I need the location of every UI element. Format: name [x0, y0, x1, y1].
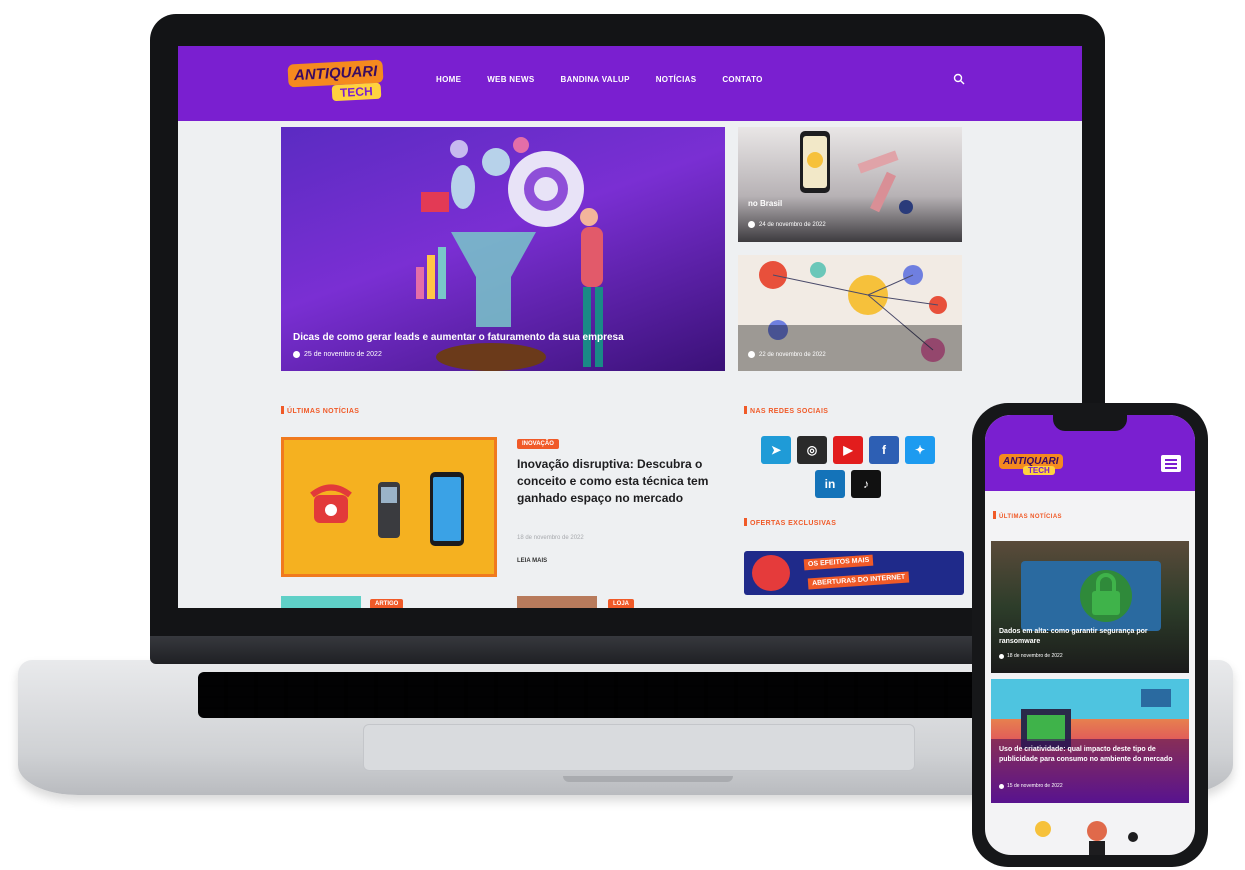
post-title[interactable]: Inovação disruptiva: Descubra o conceito… [517, 456, 735, 507]
phone-card-2-title[interactable]: Uso de criatividade: qual impacto deste … [999, 745, 1179, 765]
hero-side-2-date-text: 22 de novembro de 2022 [759, 351, 826, 358]
hero-main-date: 25 de novembro de 2022 [293, 351, 382, 358]
next-post-badge-1[interactable]: ARTIGO [370, 599, 404, 608]
phone-card-2[interactable]: Uso de criatividade: qual impacto deste … [991, 679, 1189, 803]
hero-side-2-date: 22 de novembro de 2022 [748, 351, 826, 358]
phone-card-1-date: 18 de novembro de 2022 [999, 653, 1063, 659]
phone-device: ANTIQUARI TECH ÚLTIMAS NOTÍCIAS Dados em… [972, 403, 1208, 867]
clock-icon [748, 221, 755, 228]
post-category-badge[interactable]: INOVAÇÃO [517, 439, 559, 449]
hamburger-menu-icon[interactable] [1161, 455, 1181, 472]
nav-item-bandina[interactable]: BANDINA VALUP [561, 75, 630, 84]
phone-footer-illustration [1035, 821, 1138, 855]
phone-notch [1053, 415, 1127, 431]
next-post-thumbnail-1[interactable] [281, 596, 361, 608]
laptop-hinge [150, 632, 1105, 664]
nav-item-web-news[interactable]: WEB NEWS [487, 75, 534, 84]
twitter-icon[interactable]: ✦ [905, 436, 935, 464]
next-post-badge-2[interactable]: LOJA [608, 599, 635, 608]
facebook-icon[interactable]: f [869, 436, 899, 464]
hero-main-title[interactable]: Dicas de como gerar leads e aumentar o f… [293, 332, 624, 343]
hero-side-article-2[interactable]: 22 de novembro de 2022 [738, 255, 962, 371]
laptop-lid-notch [563, 776, 733, 782]
nav-item-noticias[interactable]: NOTÍCIAS [656, 75, 697, 84]
telegram-icon[interactable]: ➤ [761, 436, 791, 464]
hero-side-1-date: 24 de novembro de 2022 [748, 221, 826, 228]
hero-side-1-date-text: 24 de novembro de 2022 [759, 221, 826, 228]
clock-icon [748, 351, 755, 358]
clock-icon [999, 783, 1004, 789]
hero-main-article[interactable]: Dicas de como gerar leads e aumentar o f… [281, 127, 725, 371]
phone-card-2-date-text: 15 de novembro de 2022 [1007, 783, 1063, 789]
phone-card-2-date: 15 de novembro de 2022 [999, 783, 1063, 789]
banner-badge [752, 555, 790, 591]
tiktok-icon[interactable]: ♪ [851, 470, 881, 498]
phone-logo-bottom: TECH [1023, 466, 1055, 475]
laptop-keyboard [198, 672, 1058, 718]
clock-icon [999, 653, 1004, 659]
section-title-latest: ÚLTIMAS NOTÍCIAS [281, 406, 359, 415]
hero-side-article-1[interactable]: no Brasil 24 de novembro de 2022 [738, 127, 962, 242]
phone-card-1-title[interactable]: Dados em alta: como garantir segurança p… [999, 627, 1179, 647]
nav-item-contato[interactable]: CONTATO [722, 75, 762, 84]
linkedin-icon[interactable]: in [815, 470, 845, 498]
hero-main-date-text: 25 de novembro de 2022 [304, 351, 382, 358]
laptop-screen: ANTIQUARI TECH HOME WEB NEWS BANDINA VAL… [178, 46, 1082, 608]
phone-card-1[interactable]: Dados em alta: como garantir segurança p… [991, 541, 1189, 673]
phone-site-logo[interactable]: ANTIQUARI TECH [999, 451, 1063, 475]
youtube-icon[interactable]: ▶ [833, 436, 863, 464]
banner-line-2: ABERTURAS DO INTERNET [807, 571, 910, 590]
nav-item-home[interactable]: HOME [436, 75, 461, 84]
section-title-social: NAS REDES SOCIAIS [744, 406, 828, 415]
site-header: ANTIQUARI TECH HOME WEB NEWS BANDINA VAL… [178, 46, 1082, 121]
main-nav: HOME WEB NEWS BANDINA VALUP NOTÍCIAS CON… [436, 75, 763, 84]
post-thumbnail[interactable] [281, 437, 497, 577]
next-post-thumbnail-2[interactable] [517, 596, 597, 608]
logo-wordmark-bottom: TECH [331, 82, 382, 102]
read-more-link[interactable]: LEIA MAIS [517, 558, 547, 564]
banner-line-1: OS EFEITOS MAIS [803, 554, 874, 571]
phone-section-title: ÚLTIMAS NOTÍCIAS [993, 511, 1062, 520]
phone-screen: ANTIQUARI TECH ÚLTIMAS NOTÍCIAS Dados em… [985, 415, 1195, 855]
section-title-exclusive: OFERTAS EXCLUSIVAS [744, 518, 836, 527]
laptop-trackpad [363, 724, 915, 771]
phone-card-1-date-text: 18 de novembro de 2022 [1007, 653, 1063, 659]
search-icon[interactable] [953, 73, 965, 85]
clock-icon [293, 351, 300, 358]
site-logo[interactable]: ANTIQUARI TECH [287, 59, 398, 104]
post-thumbnail-illustration [310, 472, 464, 546]
exclusive-offer-banner[interactable]: OS EFEITOS MAIS ABERTURAS DO INTERNET [744, 551, 964, 595]
hero-side-1-title[interactable]: no Brasil [748, 199, 782, 208]
post-date: 18 de novembro de 2022 [517, 535, 584, 541]
social-icons: ➤ ◎ ▶ f ✦ in ♪ [758, 436, 938, 498]
instagram-icon[interactable]: ◎ [797, 436, 827, 464]
